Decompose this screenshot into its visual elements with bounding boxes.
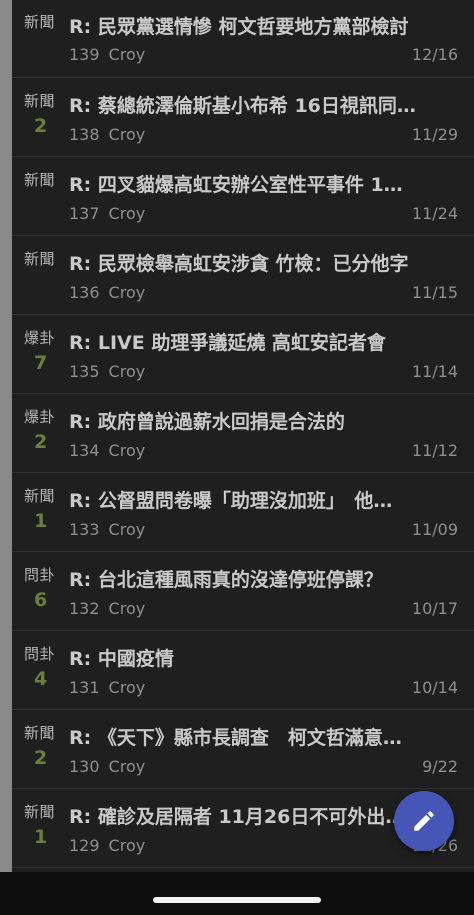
post-date: 11/12 <box>411 441 458 460</box>
list-item[interactable]: 新聞 2 R: 《天下》縣市長調查 柯文哲滿意… 130 Croy 9/22 <box>12 710 474 789</box>
category-label: 新聞 <box>24 92 56 110</box>
post-author: Croy <box>108 441 146 460</box>
post-number: 131 <box>69 678 100 697</box>
post-date: 11/09 <box>411 520 458 539</box>
post-title[interactable]: R: 《天下》縣市長調查 柯文哲滿意… <box>69 723 462 750</box>
post-number: 134 <box>69 441 100 460</box>
post-author: Croy <box>108 757 146 776</box>
post-meta: 135 Croy <box>69 362 145 381</box>
post-author: Croy <box>108 45 146 64</box>
post-author: Croy <box>108 599 146 618</box>
category-label: 新聞 <box>24 803 56 821</box>
post-meta: 131 Croy <box>69 678 145 697</box>
list-item[interactable]: 新聞 R: 民眾黨選情慘 柯文哲要地方黨部檢討 139 Croy 12/16 <box>12 0 474 78</box>
post-meta: 129 Croy <box>69 836 145 855</box>
push-count: 1 <box>34 510 48 532</box>
post-title[interactable]: R: LIVE 助理爭議延燒 高虹安記者會 <box>69 328 462 355</box>
post-author: Croy <box>108 836 146 855</box>
post-date: 11/24 <box>411 204 458 223</box>
category-label: 問卦 <box>24 566 56 584</box>
post-author: Croy <box>108 125 146 144</box>
post-number: 138 <box>69 125 100 144</box>
post-number: 129 <box>69 836 100 855</box>
category-label: 新聞 <box>24 250 56 268</box>
post-number: 135 <box>69 362 100 381</box>
post-title[interactable]: R: 台北這種風雨真的沒達停班停課？ <box>69 565 462 592</box>
post-list: 新聞 R: 民眾黨選情慘 柯文哲要地方黨部檢討 139 Croy 12/16 新聞… <box>12 0 474 868</box>
post-meta: 132 Croy <box>69 599 145 618</box>
category-label: 新聞 <box>24 724 56 742</box>
post-meta: 133 Croy <box>69 520 145 539</box>
post-author: Croy <box>108 678 146 697</box>
compose-button[interactable] <box>394 791 454 851</box>
push-count: 7 <box>34 352 48 374</box>
list-item[interactable]: 爆卦 2 R: 政府曾說過薪水回捐是合法的 134 Croy 11/12 <box>12 394 474 473</box>
push-count: 4 <box>34 668 48 690</box>
post-title[interactable]: R: 民眾檢舉高虹安涉貪 竹檢：已分他字 <box>69 249 462 276</box>
category-label: 新聞 <box>24 487 56 505</box>
post-meta: 138 Croy <box>69 125 145 144</box>
list-item[interactable]: 新聞 2 R: 蔡總統澤倫斯基小布希 16日視訊同… 138 Croy 11/29 <box>12 78 474 157</box>
post-title[interactable]: R: 蔡總統澤倫斯基小布希 16日視訊同… <box>69 91 462 118</box>
post-meta: 134 Croy <box>69 441 145 460</box>
category-label: 新聞 <box>24 13 56 31</box>
post-number: 137 <box>69 204 100 223</box>
post-title[interactable]: R: 政府曾說過薪水回捐是合法的 <box>69 407 462 434</box>
category-label: 爆卦 <box>24 329 56 347</box>
list-item[interactable]: 爆卦 7 R: LIVE 助理爭議延燒 高虹安記者會 135 Croy 11/14 <box>12 315 474 394</box>
category-label: 爆卦 <box>24 408 56 426</box>
post-meta: 137 Croy <box>69 204 145 223</box>
push-count: 1 <box>34 826 48 848</box>
push-count: 6 <box>34 589 48 611</box>
post-number: 136 <box>69 283 100 302</box>
post-number: 133 <box>69 520 100 539</box>
left-scroll-strip <box>0 0 12 872</box>
post-date: 11/14 <box>411 362 458 381</box>
post-title[interactable]: R: 中國疫情 <box>69 644 462 671</box>
screen: 新聞 R: 民眾黨選情慘 柯文哲要地方黨部檢討 139 Croy 12/16 新聞… <box>0 0 474 915</box>
post-meta: 139 Croy <box>69 45 145 64</box>
push-count: 2 <box>34 115 48 137</box>
push-count: 2 <box>34 431 48 453</box>
list-item[interactable]: 新聞 R: 四叉貓爆高虹安辦公室性平事件 1… 137 Croy 11/24 <box>12 157 474 236</box>
pencil-icon <box>414 811 434 831</box>
post-author: Croy <box>108 362 146 381</box>
list-item[interactable]: 問卦 4 R: 中國疫情 131 Croy 10/14 <box>12 631 474 710</box>
post-date: 11/29 <box>411 125 458 144</box>
post-meta: 130 Croy <box>69 757 145 776</box>
post-title[interactable]: R: 公督盟問卷曝「助理沒加班」 他… <box>69 486 462 513</box>
post-meta: 136 Croy <box>69 283 145 302</box>
home-indicator[interactable] <box>153 897 321 903</box>
list-item[interactable]: 新聞 R: 民眾檢舉高虹安涉貪 竹檢：已分他字 136 Croy 11/15 <box>12 236 474 315</box>
list-item[interactable]: 問卦 6 R: 台北這種風雨真的沒達停班停課？ 132 Croy 10/17 <box>12 552 474 631</box>
post-number: 139 <box>69 45 100 64</box>
post-date: 10/17 <box>411 599 458 618</box>
post-date: 10/14 <box>411 678 458 697</box>
post-author: Croy <box>108 204 146 223</box>
post-author: Croy <box>108 520 146 539</box>
post-number: 130 <box>69 757 100 776</box>
post-number: 132 <box>69 599 100 618</box>
post-title[interactable]: R: 民眾黨選情慘 柯文哲要地方黨部檢討 <box>69 12 462 39</box>
post-author: Croy <box>108 283 146 302</box>
list-item[interactable]: 新聞 1 R: 公督盟問卷曝「助理沒加班」 他… 133 Croy 11/09 <box>12 473 474 552</box>
post-title[interactable]: R: 四叉貓爆高虹安辦公室性平事件 1… <box>69 170 462 197</box>
post-date: 12/16 <box>411 45 458 64</box>
bottom-safe-area <box>0 872 474 915</box>
category-label: 問卦 <box>24 645 56 663</box>
post-date: 9/22 <box>422 757 458 776</box>
push-count: 2 <box>34 747 48 769</box>
category-label: 新聞 <box>24 171 56 189</box>
post-date: 11/15 <box>411 283 458 302</box>
